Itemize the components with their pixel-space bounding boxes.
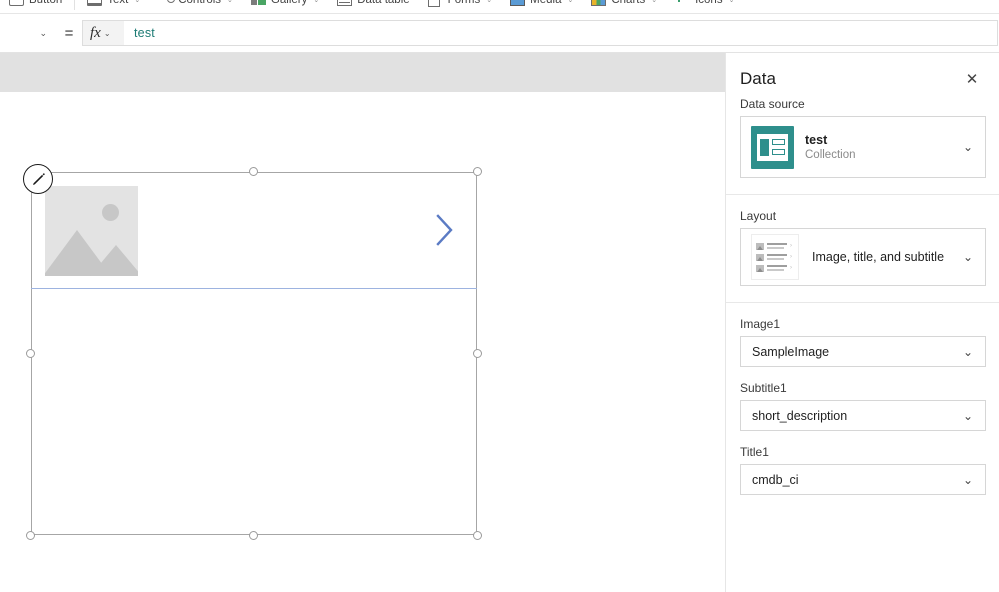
ribbon-item-label: Charts [611,0,646,6]
sample-image-placeholder [45,186,138,276]
ribbon-item-gallery[interactable]: Gallery ⌄ [242,0,328,13]
data-source-type: Collection [805,149,856,161]
layout-field: Layout › › › Image, title, and subtitle … [740,209,986,286]
ribbon-item-media[interactable]: Media ⌄ [501,0,582,13]
ribbon-item-forms[interactable]: Forms ⌄ [419,0,501,13]
resize-handle-middle-right[interactable] [473,348,482,358]
layout-value: Image, title, and subtitle [812,250,945,264]
ribbon-item-label: Controls [178,0,222,6]
chevron-down-icon: ⌄ [227,0,233,4]
icons-icon [675,0,690,7]
ribbon-item-icons[interactable]: Icons ⌄ [666,0,743,13]
data-table-icon [337,0,353,6]
text-icon [87,0,103,6]
layout-label: Layout [740,209,777,223]
equals-sign: = [64,24,74,42]
ribbon-item-controls[interactable]: Controls ⌄ [149,0,242,13]
ribbon-item-label: Button [29,0,63,6]
ribbon-item-text[interactable]: Text ⌄ [78,0,149,13]
pencil-icon[interactable] [23,164,53,194]
chevron-down-icon: ⌄ [962,344,973,359]
ribbon-item-charts[interactable]: Charts ⌄ [582,0,666,13]
panel-divider [726,194,999,195]
title1-dropdown[interactable]: cmdb_ci ⌄ [740,464,986,495]
ribbon-item-label: Media [530,0,562,6]
forms-icon [427,0,443,7]
ribbon-item-button[interactable]: Button [0,0,71,13]
image1-label: Image1 [740,317,781,331]
panel-divider [726,302,999,303]
fx-button[interactable]: fx ⌄ [82,20,124,46]
chevron-down-icon: ⌄ [962,472,973,487]
subtitle1-field: Subtitle1 short_description ⌄ [740,381,986,431]
resize-handle-top-right[interactable] [473,167,482,176]
subtitle1-dropdown[interactable]: short_description ⌄ [740,400,986,431]
ribbon-item-data-table[interactable]: Data table [328,0,418,13]
chevron-down-icon: ⌄ [728,0,735,4]
image1-value: SampleImage [752,344,830,359]
data-source-label: Data source [740,97,805,111]
image1-field: Image1 SampleImage ⌄ [740,317,986,367]
subtitle1-label: Subtitle1 [740,381,787,395]
data-source-name: test [805,133,828,147]
gallery-item[interactable] [31,172,477,289]
layout-dropdown[interactable]: › › › Image, title, and subtitle ⌄ [740,228,986,286]
image1-dropdown[interactable]: SampleImage ⌄ [740,336,986,367]
chevron-down-icon: ⌄ [134,0,141,4]
app-screen[interactable]: 0b5558860a0a3cd101a5035b500ca19 Button [7,92,725,592]
panel-header: Data ✕ [740,53,985,97]
close-icon[interactable]: ✕ [959,66,985,92]
chevron-down-icon: ⌄ [39,27,47,38]
resize-handle-middle-left[interactable] [26,348,35,358]
chevron-down-icon: ⌄ [651,0,658,4]
ribbon-item-label: Forms [447,0,481,6]
chevron-down-icon: ⌄ [962,250,973,264]
ribbon-item-label: Data table [357,0,410,6]
title1-label: Title1 [740,445,769,459]
title1-value: cmdb_ci [752,472,799,487]
formula-bar: ⌄ = fx ⌄ test [0,14,999,53]
ribbon-item-label: Text [107,0,129,6]
property-selector-dropdown[interactable]: ⌄ [0,14,56,53]
button-icon [9,0,24,6]
title1-field: Title1 cmdb_ci ⌄ [740,445,986,495]
resize-handle-bottom-right[interactable] [473,531,482,540]
ribbon-toolbar: Button Text ⌄ Controls ⌄ Gallery ⌄ Data … [0,0,999,14]
resize-handle-bottom-center[interactable] [249,531,258,540]
layout-image-title-subtitle-icon: › › › [751,234,799,280]
chevron-down-icon: ⌄ [103,28,111,38]
resize-handle-top-center[interactable] [249,167,258,176]
gallery-icon [250,0,266,7]
chevron-down-icon: ⌄ [962,140,973,154]
media-icon [510,0,526,6]
resize-handle-bottom-left[interactable] [26,531,35,540]
subtitle1-value: short_description [752,408,848,423]
canvas-background [0,53,725,92]
chevron-down-icon: ⌄ [313,0,320,4]
chevron-down-icon: ⌄ [962,408,973,423]
ribbon-item-label: Icons [695,0,723,6]
collection-icon [751,125,794,169]
data-source-field: Data source test Collection ⌄ [740,97,986,178]
data-source-dropdown[interactable]: test Collection ⌄ [740,116,986,178]
formula-input[interactable]: test [124,20,998,46]
panel-title: Data [740,69,776,88]
data-panel: Data ✕ Data source test Collection ⌄ Lay… [725,53,999,592]
controls-icon [158,0,176,7]
chevron-down-icon: ⌄ [567,0,574,4]
canvas-area: 0b5558860a0a3cd101a5035b500ca19 Button [0,53,725,592]
gallery-control[interactable] [23,164,482,540]
placeholder-mountain-small [90,245,138,276]
ribbon-item-label: Gallery [270,0,308,6]
fx-icon: fx [90,24,101,41]
charts-icon [591,0,607,6]
chevron-right-icon[interactable] [435,213,455,247]
chevron-down-icon: ⌄ [486,0,493,4]
placeholder-sun-shape [102,204,119,221]
ribbon-divider [74,0,76,10]
